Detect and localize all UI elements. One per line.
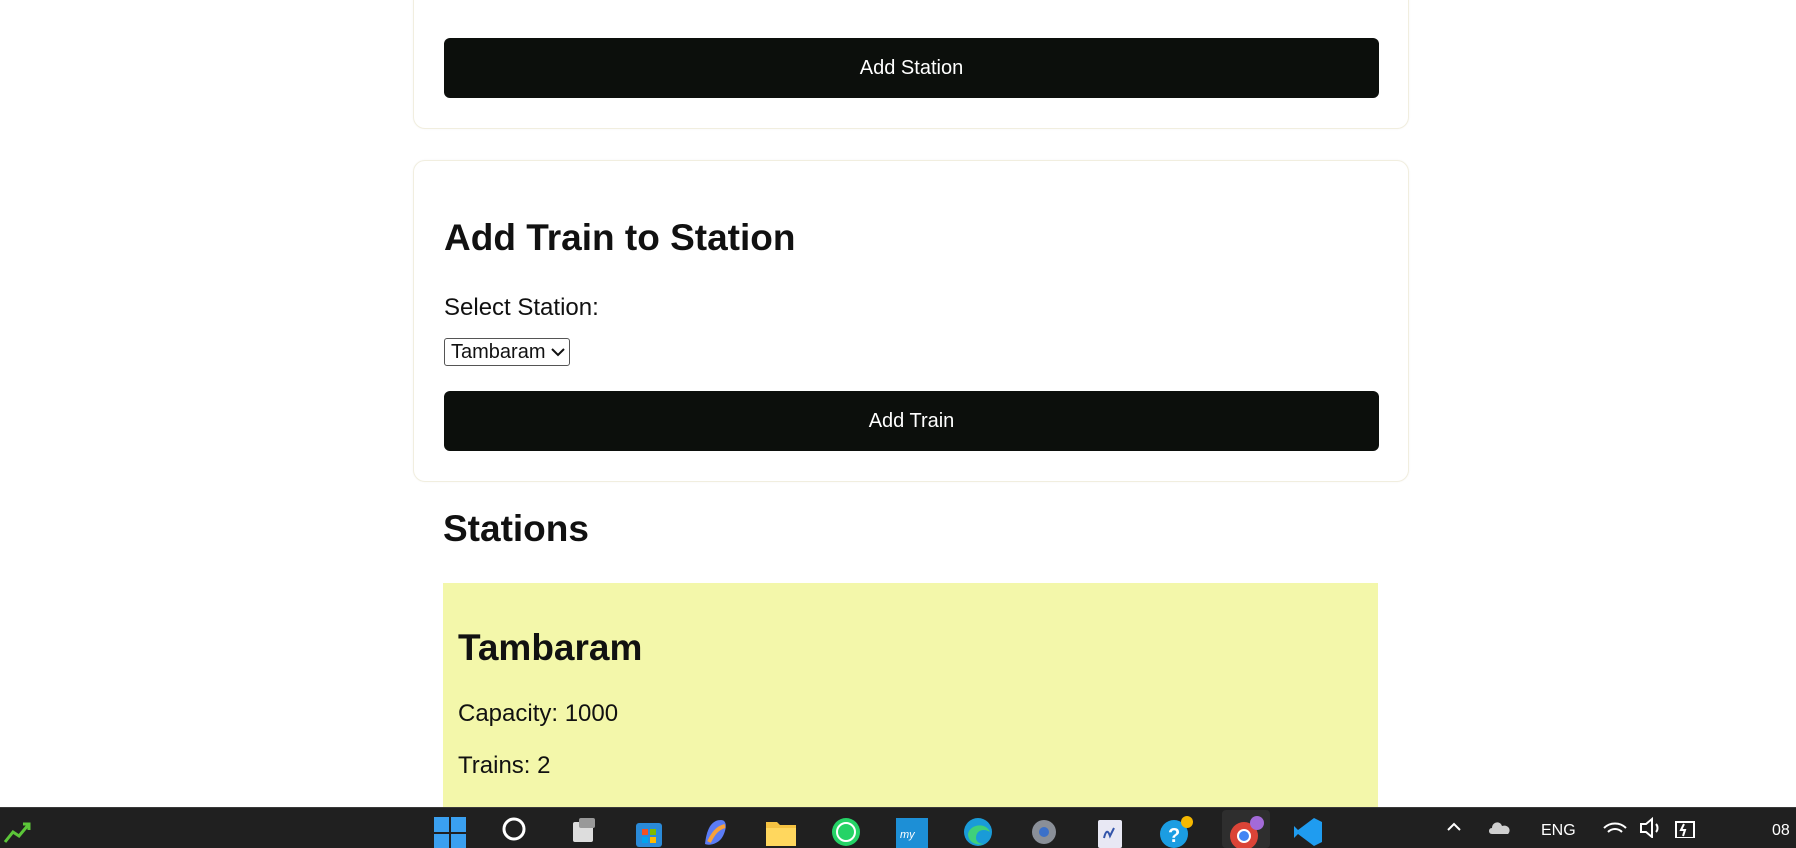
add-train-title: Add Train to Station: [444, 217, 796, 258]
station-trains: Trains: 2: [458, 752, 551, 779]
add-station-button[interactable]: Add Station: [444, 38, 1379, 98]
windows-start-icon[interactable]: [432, 816, 468, 848]
stocks-widget-icon[interactable]: [0, 816, 36, 848]
language-indicator[interactable]: ENG: [1541, 822, 1576, 840]
file-explorer-icon[interactable]: [763, 816, 799, 848]
svg-text:my: my: [900, 829, 916, 841]
chrome-browser-icon[interactable]: [1222, 810, 1270, 848]
onedrive-cloud-icon[interactable]: [1484, 816, 1516, 848]
select-station-label: Select Station:: [444, 294, 599, 321]
help-icon[interactable]: ?: [1158, 816, 1194, 848]
whatsapp-icon[interactable]: [828, 816, 864, 848]
editor-app-icon[interactable]: [1092, 816, 1128, 848]
task-view-icon[interactable]: [566, 816, 602, 848]
myba-app-icon[interactable]: my: [894, 816, 930, 848]
battery-icon[interactable]: [1670, 816, 1700, 848]
chevron-down-icon: [551, 347, 566, 357]
add-train-card: Add Train to Station Select Station: Tam…: [413, 160, 1409, 482]
station-name: Tambaram: [458, 627, 643, 668]
copilot-icon[interactable]: [697, 816, 733, 848]
add-station-card: Add Station: [413, 0, 1409, 129]
edge-browser-icon[interactable]: [960, 816, 996, 848]
system-clock[interactable]: 08: [1772, 822, 1790, 840]
chevron-up-icon[interactable]: [1436, 816, 1472, 848]
station-card: Tambaram Capacity: 1000 Trains: 2: [443, 583, 1378, 807]
station-select-value: Tambaram: [451, 340, 546, 363]
vscode-icon[interactable]: [1290, 816, 1326, 848]
page-content: Add Station Add Train to Station Select …: [0, 0, 1796, 807]
svg-text:?: ?: [1168, 825, 1180, 847]
settings-gear-icon[interactable]: [1026, 816, 1062, 848]
wifi-icon[interactable]: [1600, 816, 1630, 848]
add-train-button[interactable]: Add Train: [444, 391, 1379, 451]
station-capacity: Capacity: 1000: [458, 700, 619, 727]
search-icon[interactable]: [498, 816, 534, 848]
microsoft-store-icon[interactable]: [631, 816, 667, 848]
station-select[interactable]: Tambaram: [444, 338, 571, 366]
stations-heading: Stations: [443, 508, 589, 549]
taskbar: my ? ENG 08: [0, 807, 1796, 848]
volume-icon[interactable]: [1636, 816, 1666, 848]
